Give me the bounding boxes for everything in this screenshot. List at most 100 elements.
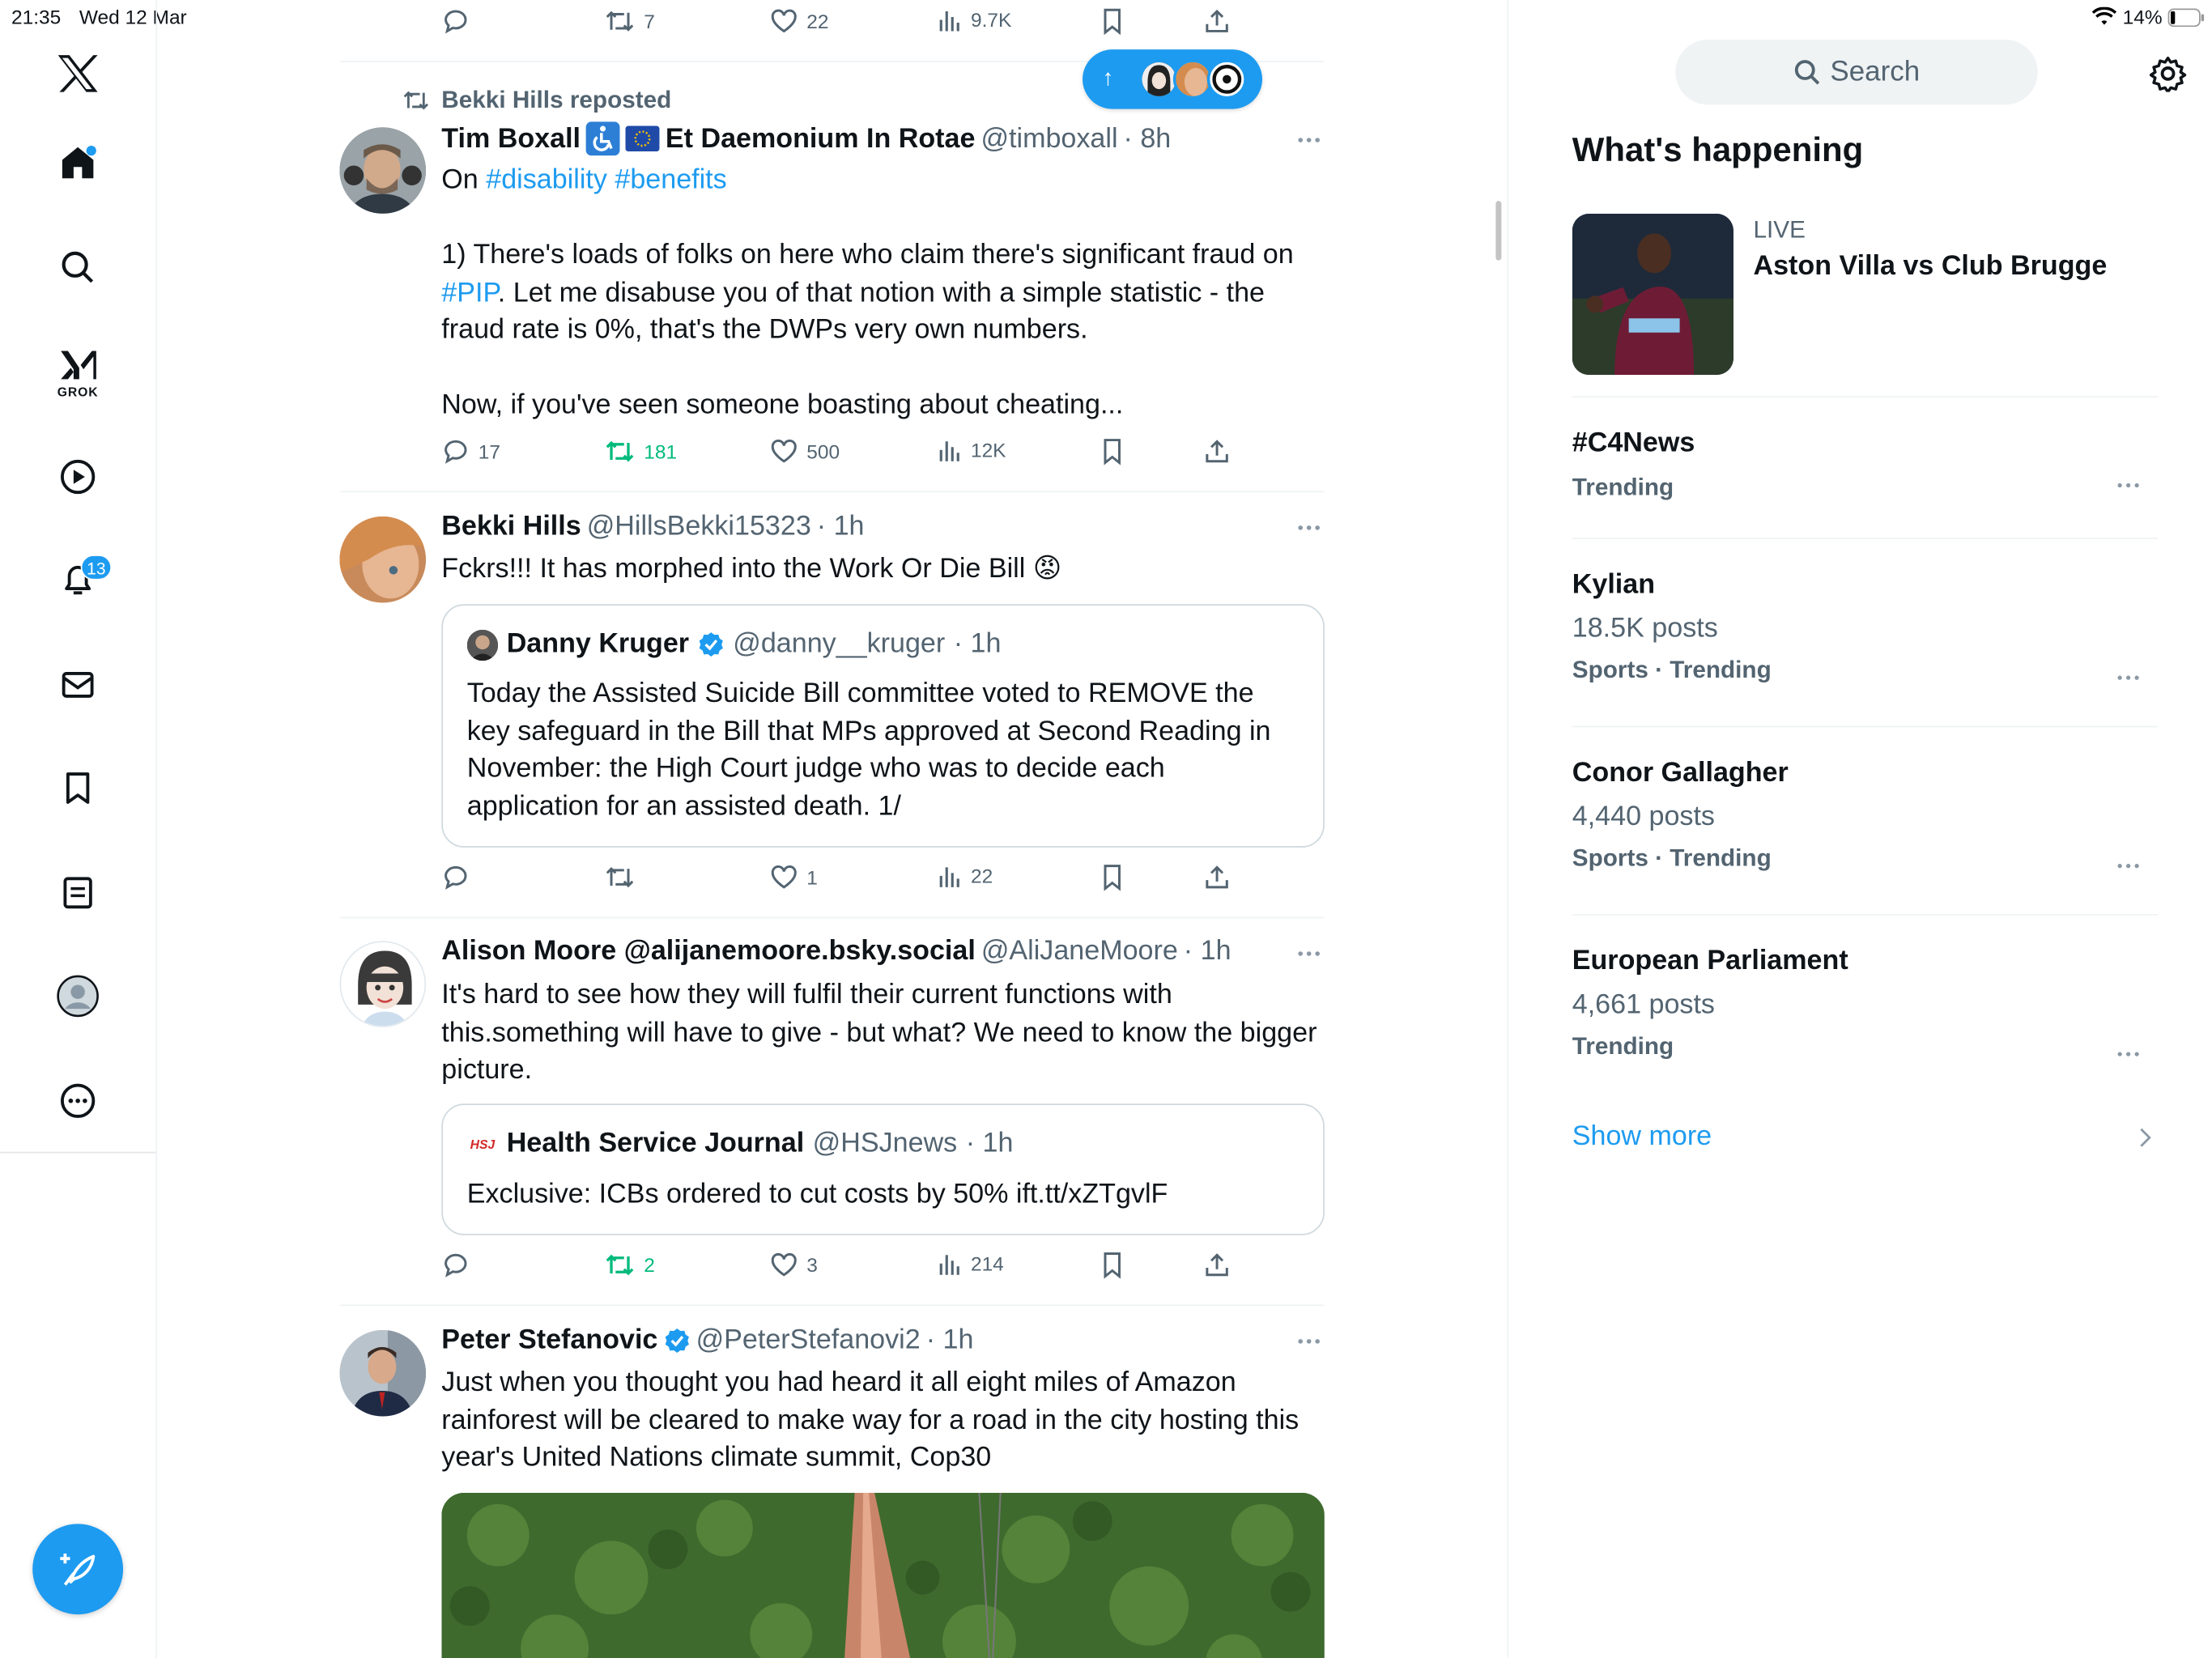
- views-button[interactable]: 214: [937, 1251, 1004, 1276]
- more-icon[interactable]: [2116, 853, 2144, 878]
- nav-divider: [0, 1151, 156, 1154]
- reply-button[interactable]: 17: [441, 437, 500, 466]
- post-header: Alison Moore @alijanemoore.bsky.social @…: [441, 935, 1231, 967]
- bookmark-button[interactable]: [1098, 863, 1126, 891]
- post-header: Tim Boxall Et Daemonium In Rotae @timbox…: [441, 121, 1172, 156]
- avatar[interactable]: [339, 1329, 427, 1417]
- quote-author-name: Danny Kruger: [506, 628, 690, 660]
- post-media-image[interactable]: [441, 1492, 1325, 1658]
- author-handle[interactable]: @AliJaneMoore: [981, 935, 1178, 967]
- share-button[interactable]: [1203, 863, 1231, 891]
- reply-button[interactable]: [441, 1251, 478, 1279]
- chevron-right-icon: [2138, 1126, 2152, 1149]
- grok-nav[interactable]: GROK: [44, 339, 112, 407]
- avatar[interactable]: [339, 516, 427, 603]
- more-icon[interactable]: [1296, 127, 1321, 152]
- share-button[interactable]: [1203, 1251, 1231, 1279]
- notifications-icon[interactable]: 13: [44, 546, 113, 614]
- repost-button[interactable]: 7: [604, 7, 655, 36]
- author-name[interactable]: Peter Stefanovic: [441, 1324, 657, 1357]
- reply-button[interactable]: [441, 863, 478, 891]
- bookmarks-icon[interactable]: [44, 755, 112, 823]
- avatar[interactable]: [339, 941, 427, 1027]
- repost-button[interactable]: [604, 863, 644, 891]
- views-icon: [939, 11, 959, 32]
- author-handle[interactable]: @timboxall: [981, 122, 1117, 155]
- lists-icon[interactable]: [44, 859, 112, 927]
- x-logo-icon[interactable]: [44, 40, 112, 108]
- like-button[interactable]: 500: [770, 437, 840, 466]
- bookmark-icon: [1104, 8, 1121, 36]
- author-handle[interactable]: @PeterStefanovi2: [696, 1324, 921, 1357]
- quote-author-handle: @danny__kruger: [733, 628, 946, 660]
- like-button[interactable]: 3: [770, 1251, 818, 1279]
- profile-avatar-icon[interactable]: [44, 962, 112, 1030]
- repost-icon: [606, 867, 634, 888]
- new-posts-pill[interactable]: ↑: [1083, 49, 1263, 109]
- author-handle[interactable]: @HillsBekki15323: [587, 511, 811, 543]
- repost-button[interactable]: 2: [604, 1251, 655, 1279]
- post-time[interactable]: · 1h: [926, 1324, 974, 1357]
- hsj-logo: HSJ: [470, 1137, 496, 1151]
- post-time[interactable]: · 8h: [1124, 122, 1172, 155]
- more-icon[interactable]: [2116, 1041, 2144, 1066]
- feed-scrollbar[interactable]: [1495, 201, 1502, 261]
- live-event-card[interactable]: LIVE Aston Villa vs Club Brugge: [1572, 213, 2159, 378]
- trend-meta: Trending: [1572, 1032, 1674, 1061]
- author-name[interactable]: Tim Boxall: [441, 122, 581, 155]
- bookmark-button[interactable]: [1098, 7, 1126, 36]
- more-icon[interactable]: [1296, 941, 1321, 966]
- right-sidebar: Search What's happening LIVE Aston Villa…: [1507, 0, 2211, 1658]
- post-actions: 2 3 214: [441, 1251, 1234, 1282]
- more-options-icon[interactable]: [44, 1067, 112, 1135]
- views-button[interactable]: 22: [937, 863, 993, 888]
- bookmark-button[interactable]: [1098, 1251, 1126, 1279]
- trend-meta: Sports · Trending: [1572, 844, 1772, 872]
- search-bar[interactable]: Search: [1675, 39, 2038, 105]
- repost-button[interactable]: 181: [604, 437, 677, 466]
- trend-item[interactable]: Kylian 18.5K posts Sports · Trending: [1572, 569, 2159, 685]
- video-icon[interactable]: [44, 443, 112, 511]
- author-name[interactable]: Bekki Hills: [441, 511, 581, 543]
- like-button[interactable]: 1: [770, 863, 818, 891]
- home-icon[interactable]: [44, 129, 112, 197]
- more-icon[interactable]: [2116, 665, 2144, 690]
- messages-icon[interactable]: [44, 651, 112, 719]
- bookmark-button[interactable]: [1098, 437, 1126, 466]
- post-text: On #disability #benefits: [441, 164, 727, 196]
- repost-note: Bekki Hills reposted: [402, 87, 671, 115]
- post-divider: [339, 491, 1325, 493]
- share-button[interactable]: [1203, 7, 1231, 36]
- bookmark-icon: [1104, 865, 1121, 891]
- trend-item[interactable]: Conor Gallagher 4,440 posts Sports · Tre…: [1572, 757, 2159, 873]
- like-button[interactable]: 22: [770, 7, 828, 36]
- search-icon[interactable]: [44, 233, 112, 301]
- share-icon: [1206, 1253, 1228, 1277]
- avatar[interactable]: [339, 127, 427, 214]
- post-time[interactable]: · 1h: [817, 511, 865, 543]
- quoted-post[interactable]: HSJ Health Service Journal @HSJnews · 1h…: [441, 1103, 1325, 1235]
- verified-badge-icon: [663, 1327, 690, 1354]
- show-more-link[interactable]: Show more: [1572, 1120, 2159, 1157]
- compose-post-button[interactable]: [32, 1524, 124, 1615]
- trend-item[interactable]: European Parliament 4,661 posts Trending: [1572, 946, 2159, 1061]
- author-name[interactable]: Alison Moore @alijanemoore.bsky.social: [441, 935, 976, 967]
- trend-divider: [1572, 396, 2159, 398]
- share-button[interactable]: [1203, 437, 1231, 466]
- more-icon[interactable]: [1296, 1329, 1321, 1354]
- quoted-post[interactable]: Danny Kruger @danny__kruger · 1h Today t…: [441, 604, 1325, 848]
- arrow-up-icon: ↑: [1102, 66, 1114, 91]
- search-icon: [1795, 60, 1820, 85]
- more-icon[interactable]: [2116, 473, 2144, 498]
- hashtag-pip[interactable]: #PIP: [441, 277, 498, 308]
- more-icon[interactable]: [1296, 515, 1321, 540]
- settings-gear-icon[interactable]: [2149, 55, 2187, 92]
- hashtag-links[interactable]: #disability #benefits: [486, 164, 726, 195]
- views-button[interactable]: 9.7K: [937, 7, 1011, 32]
- trend-posts: 4,661 posts: [1572, 988, 1715, 1021]
- views-button[interactable]: 12K: [937, 437, 1006, 462]
- reply-button[interactable]: [441, 7, 478, 36]
- trend-item[interactable]: #C4News Trending: [1572, 427, 2159, 503]
- post-divider: [339, 1304, 1325, 1307]
- post-time[interactable]: · 1h: [1184, 935, 1231, 967]
